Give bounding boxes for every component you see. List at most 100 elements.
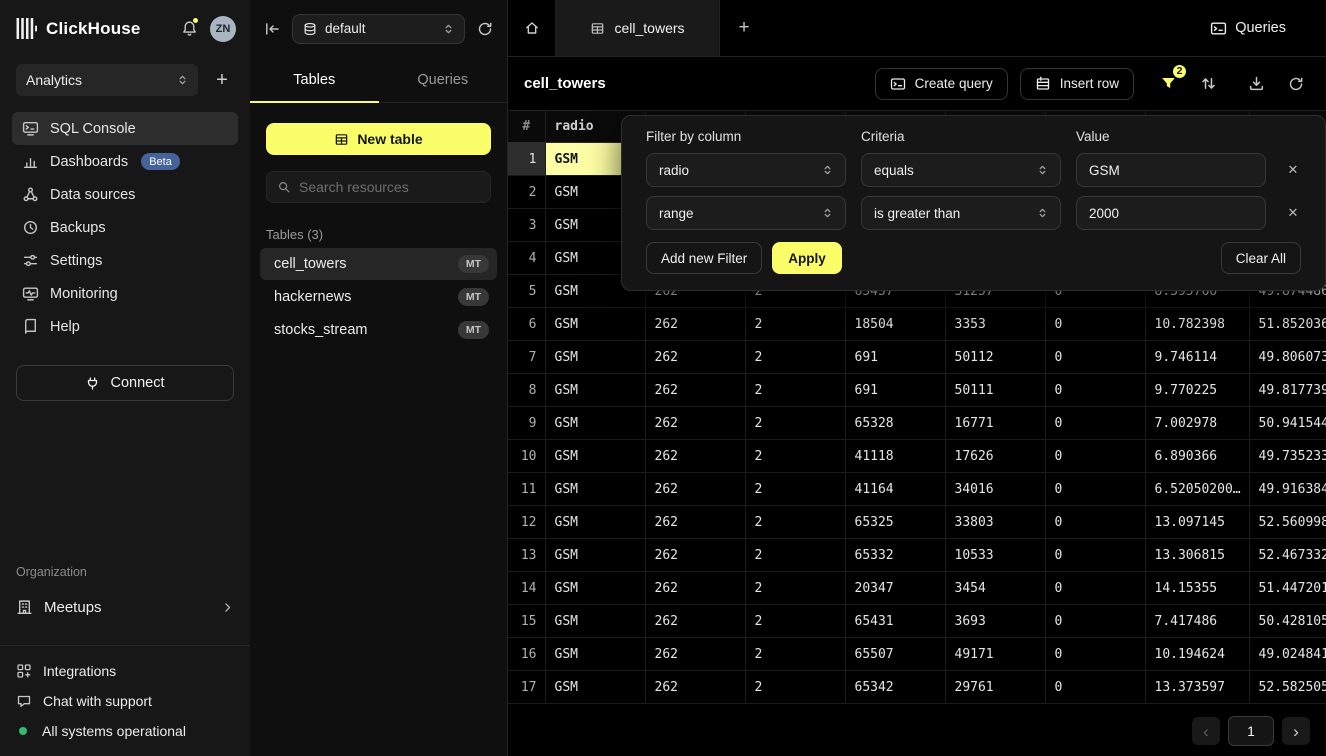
- table-cell[interactable]: 262: [645, 374, 745, 407]
- row-number[interactable]: 11: [508, 473, 545, 506]
- row-number[interactable]: 15: [508, 605, 545, 638]
- table-cell[interactable]: 262: [645, 308, 745, 341]
- table-cell[interactable]: GSM: [545, 605, 645, 638]
- sidebar-item-meetups[interactable]: Meetups: [0, 589, 250, 625]
- row-number[interactable]: 17: [508, 671, 545, 704]
- table-cell[interactable]: 0: [1045, 539, 1145, 572]
- table-cell[interactable]: 52.4673325: [1249, 539, 1326, 572]
- row-number[interactable]: 6: [508, 308, 545, 341]
- tab-queries[interactable]: Queries: [379, 57, 508, 102]
- row-number[interactable]: 13: [508, 539, 545, 572]
- table-cell[interactable]: 3454: [945, 572, 1045, 605]
- table-cell[interactable]: 0: [1045, 308, 1145, 341]
- sidebar-item-monitoring[interactable]: Monitoring: [12, 277, 238, 310]
- filter-criteria-select-1[interactable]: is greater than: [861, 196, 1061, 230]
- table-cell[interactable]: 262: [645, 407, 745, 440]
- table-cell[interactable]: 6.890366: [1145, 440, 1249, 473]
- table-cell[interactable]: 262: [645, 572, 745, 605]
- table-cell[interactable]: 13.306815: [1145, 539, 1249, 572]
- sidebar-item-sql-console[interactable]: SQL Console: [12, 112, 238, 145]
- table-cell[interactable]: 2: [745, 341, 845, 374]
- table-cell[interactable]: 65431: [845, 605, 945, 638]
- table-cell[interactable]: 65507: [845, 638, 945, 671]
- table-cell[interactable]: 52.582505: [1249, 671, 1326, 704]
- table-cell[interactable]: GSM: [545, 407, 645, 440]
- new-table-button[interactable]: New table: [266, 123, 491, 155]
- avatar[interactable]: ZN: [210, 16, 236, 42]
- table-cell[interactable]: 34016: [945, 473, 1045, 506]
- table-cell[interactable]: 0: [1045, 572, 1145, 605]
- sort-button[interactable]: [1194, 70, 1222, 98]
- table-cell[interactable]: 0: [1045, 407, 1145, 440]
- table-cell[interactable]: 49.024841: [1249, 638, 1326, 671]
- filter-column-select-0[interactable]: radio: [646, 153, 846, 187]
- table-cell[interactable]: GSM: [545, 308, 645, 341]
- pagination-next-button[interactable]: ›: [1282, 717, 1310, 745]
- remove-filter-button-1[interactable]: ✕: [1281, 201, 1305, 225]
- search-input[interactable]: [299, 179, 480, 195]
- table-cell[interactable]: 2: [745, 638, 845, 671]
- table-cell[interactable]: 18504: [845, 308, 945, 341]
- queries-button[interactable]: Queries: [1210, 20, 1286, 37]
- table-cell[interactable]: 51.447201: [1249, 572, 1326, 605]
- add-workspace-button[interactable]: +: [210, 70, 234, 90]
- table-cell[interactable]: GSM: [545, 473, 645, 506]
- row-number[interactable]: 7: [508, 341, 545, 374]
- row-number[interactable]: 8: [508, 374, 545, 407]
- table-cell[interactable]: 65342: [845, 671, 945, 704]
- table-cell[interactable]: 7.002978: [1145, 407, 1249, 440]
- table-cell[interactable]: 50.428105: [1249, 605, 1326, 638]
- table-cell[interactable]: 2: [745, 671, 845, 704]
- table-cell[interactable]: 49.806073: [1249, 341, 1326, 374]
- row-number[interactable]: 9: [508, 407, 545, 440]
- table-cell[interactable]: GSM: [545, 671, 645, 704]
- table-cell[interactable]: 262: [645, 539, 745, 572]
- table-cell[interactable]: 0: [1045, 341, 1145, 374]
- row-number[interactable]: 16: [508, 638, 545, 671]
- table-cell[interactable]: 0: [1045, 638, 1145, 671]
- table-cell[interactable]: 0: [1045, 671, 1145, 704]
- page-number-box[interactable]: 1: [1228, 716, 1274, 746]
- table-cell[interactable]: 262: [645, 473, 745, 506]
- row-number[interactable]: 2: [508, 176, 545, 209]
- list-item-stocks-stream[interactable]: stocks_stream MT: [260, 314, 497, 346]
- table-cell[interactable]: 2: [745, 539, 845, 572]
- table-cell[interactable]: 65328: [845, 407, 945, 440]
- table-cell[interactable]: 7.417486: [1145, 605, 1249, 638]
- sidebar-item-data-sources[interactable]: Data sources: [12, 178, 238, 211]
- table-cell[interactable]: 262: [645, 506, 745, 539]
- filter-button[interactable]: 2: [1154, 70, 1182, 98]
- row-number[interactable]: 12: [508, 506, 545, 539]
- list-item-hackernews[interactable]: hackernews MT: [260, 281, 497, 313]
- table-cell[interactable]: 3353: [945, 308, 1045, 341]
- sidebar-item-help[interactable]: Help: [12, 310, 238, 343]
- filter-value-input-1[interactable]: [1076, 196, 1266, 230]
- table-cell[interactable]: 10.782398: [1145, 308, 1249, 341]
- sidebar-item-dashboards[interactable]: Dashboards Beta: [12, 145, 238, 178]
- table-cell[interactable]: 10.194624: [1145, 638, 1249, 671]
- table-cell[interactable]: 13.373597: [1145, 671, 1249, 704]
- table-cell[interactable]: 29761: [945, 671, 1045, 704]
- table-cell[interactable]: 9.746114: [1145, 341, 1249, 374]
- table-cell[interactable]: 262: [645, 341, 745, 374]
- table-cell[interactable]: 0: [1045, 605, 1145, 638]
- row-number[interactable]: 1: [508, 143, 545, 176]
- sidebar-item-chat-support[interactable]: Chat with support: [16, 686, 234, 716]
- filter-value-input-0[interactable]: [1076, 153, 1266, 187]
- table-cell[interactable]: 49.735233: [1249, 440, 1326, 473]
- table-cell[interactable]: 65325: [845, 506, 945, 539]
- table-cell[interactable]: 41118: [845, 440, 945, 473]
- row-number[interactable]: 14: [508, 572, 545, 605]
- database-select[interactable]: default: [292, 14, 465, 44]
- system-status-link[interactable]: All systems operational: [16, 716, 234, 746]
- table-cell[interactable]: 0: [1045, 473, 1145, 506]
- row-number[interactable]: 3: [508, 209, 545, 242]
- sidebar-item-settings[interactable]: Settings: [12, 244, 238, 277]
- table-cell[interactable]: GSM: [545, 506, 645, 539]
- insert-row-button[interactable]: Insert row: [1020, 68, 1134, 100]
- table-cell[interactable]: 2: [745, 407, 845, 440]
- sidebar-item-integrations[interactable]: Integrations: [16, 656, 234, 686]
- table-cell[interactable]: 0: [1045, 374, 1145, 407]
- table-cell[interactable]: 691: [845, 341, 945, 374]
- table-cell[interactable]: 3693: [945, 605, 1045, 638]
